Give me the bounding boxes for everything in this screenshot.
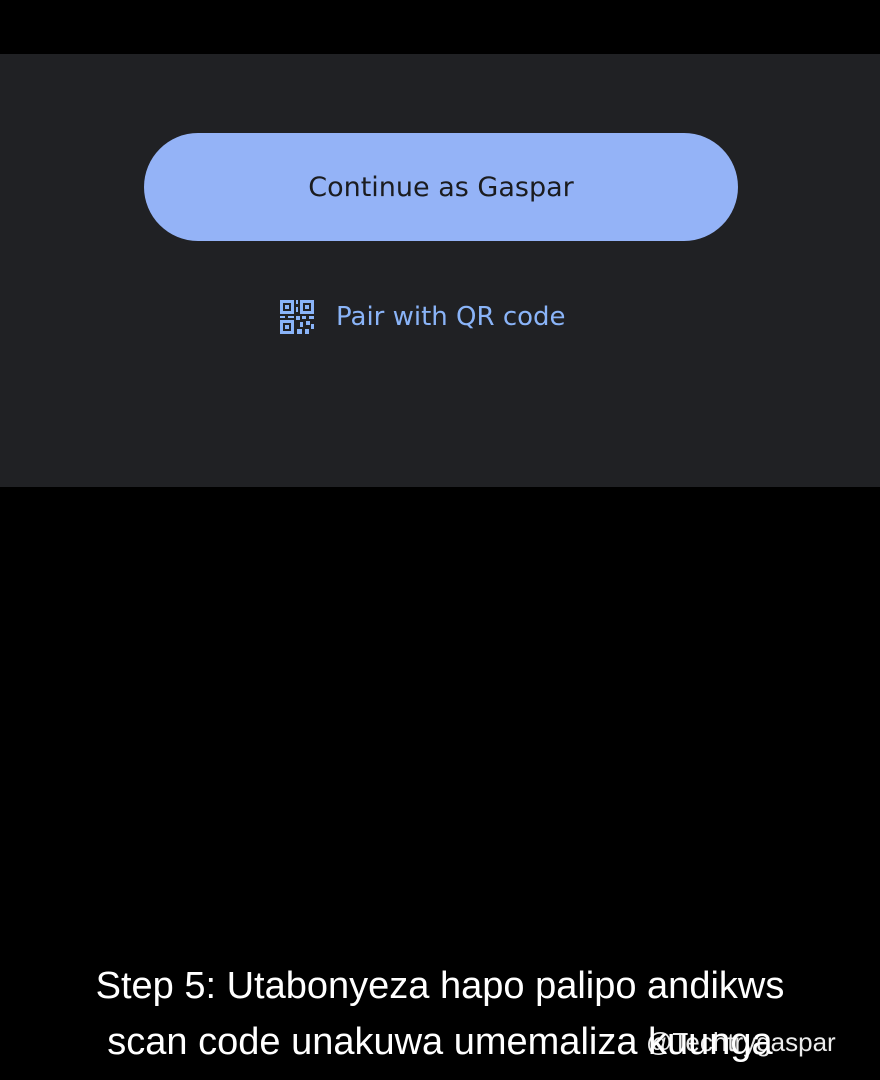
watermark: @Techtrygaspar	[646, 1027, 836, 1057]
continue-as-button[interactable]: Continue as Gaspar	[144, 133, 738, 241]
sign-in-panel: Continue as Gaspar Pair with QR code	[0, 54, 880, 487]
qr-code-icon	[278, 298, 316, 336]
caption-line-1: Step 5: Utabonyeza hapo palipo andikws	[95, 965, 785, 1007]
pair-with-qr-link[interactable]: Pair with QR code	[278, 298, 566, 336]
pair-with-qr-label: Pair with QR code	[336, 302, 566, 332]
top-black-bar	[0, 0, 880, 54]
